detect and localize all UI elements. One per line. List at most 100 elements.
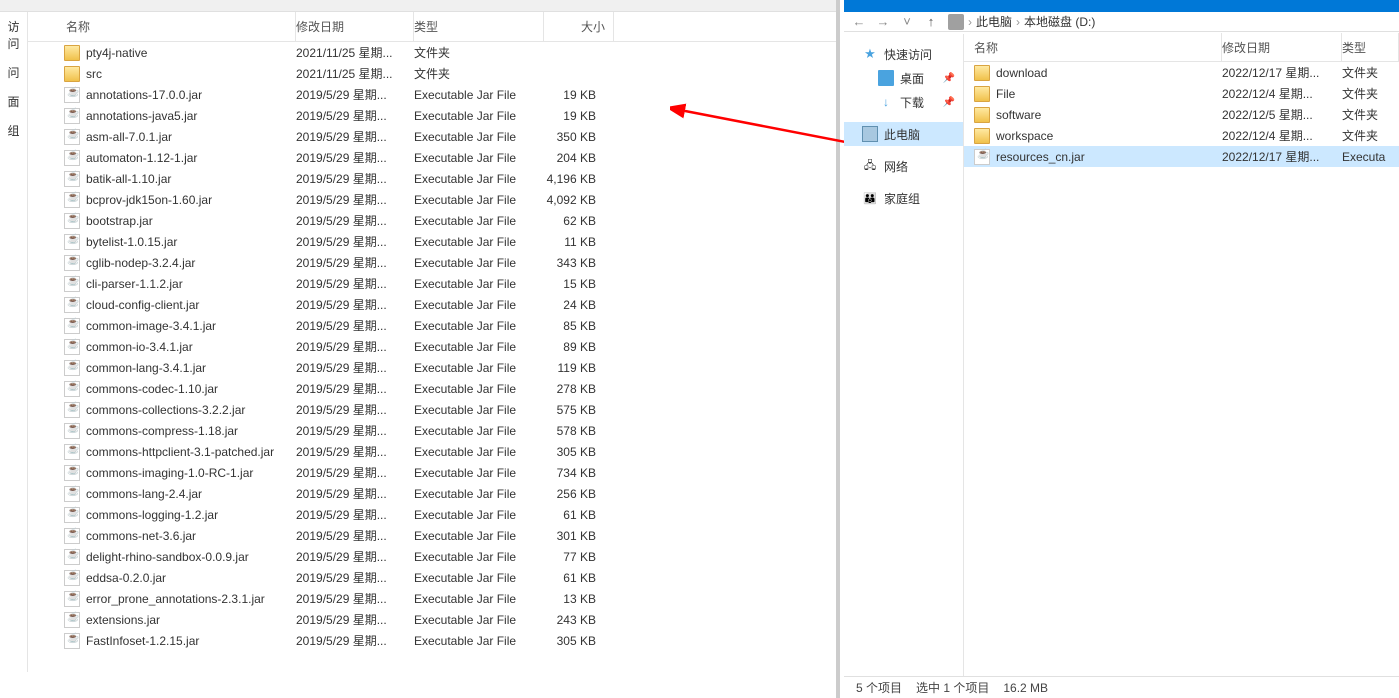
file-name: pty4j-native — [86, 46, 296, 60]
jar-icon — [64, 549, 80, 565]
bc-this-pc[interactable]: 此电脑 — [976, 13, 1012, 30]
jar-icon — [64, 486, 80, 502]
breadcrumb[interactable]: › 此电脑 › 本地磁盘 (D:) — [948, 13, 1095, 30]
col-date[interactable]: 修改日期 — [1222, 33, 1342, 62]
file-type: Executable Jar File — [414, 382, 544, 396]
jar-icon — [64, 633, 80, 649]
table-row[interactable]: automaton-1.12-1.jar2019/5/29 星期...Execu… — [28, 147, 836, 168]
table-row[interactable]: batik-all-1.10.jar2019/5/29 星期...Executa… — [28, 168, 836, 189]
back-icon[interactable]: ← — [852, 15, 866, 29]
table-row[interactable]: commons-net-3.6.jar2019/5/29 星期...Execut… — [28, 525, 836, 546]
nav-network[interactable]: 网络 — [844, 154, 963, 178]
nav-this-pc[interactable]: 此电脑 — [844, 122, 963, 146]
table-row[interactable]: annotations-17.0.0.jar2019/5/29 星期...Exe… — [28, 84, 836, 105]
nav-homegroup[interactable]: 家庭组 — [844, 186, 963, 210]
file-date: 2019/5/29 星期... — [296, 506, 414, 523]
left-nav-sidebar: 访问 问 面 组 — [0, 12, 28, 672]
pin-icon: 📌 — [943, 97, 955, 108]
file-name: commons-httpclient-3.1-patched.jar — [86, 445, 296, 459]
table-row[interactable]: cloud-config-client.jar2019/5/29 星期...Ex… — [28, 294, 836, 315]
forward-icon[interactable]: → — [876, 15, 890, 29]
table-row[interactable]: common-io-3.4.1.jar2019/5/29 星期...Execut… — [28, 336, 836, 357]
left-column-header[interactable]: 名称 修改日期 类型 大小 — [28, 12, 836, 42]
col-size[interactable]: 大小 — [544, 12, 614, 41]
table-row[interactable]: bytelist-1.0.15.jar2019/5/29 星期...Execut… — [28, 231, 836, 252]
left-file-list[interactable]: pty4j-native2021/11/25 星期...文件夹src2021/1… — [28, 42, 836, 672]
right-column-header[interactable]: 名称 修改日期 类型 — [964, 34, 1399, 62]
nav-downloads[interactable]: 下载📌 — [844, 90, 963, 114]
file-name: workspace — [996, 129, 1222, 143]
sidebar-frag[interactable]: 问 — [0, 58, 27, 87]
table-row[interactable]: pty4j-native2021/11/25 星期...文件夹 — [28, 42, 836, 63]
table-row[interactable]: workspace2022/12/4 星期...文件夹 — [964, 125, 1399, 146]
table-row[interactable]: error_prone_annotations-2.3.1.jar2019/5/… — [28, 588, 836, 609]
table-row[interactable]: common-image-3.4.1.jar2019/5/29 星期...Exe… — [28, 315, 836, 336]
table-row[interactable]: software2022/12/5 星期...文件夹 — [964, 104, 1399, 125]
col-type[interactable]: 类型 — [1342, 33, 1399, 62]
file-date: 2021/11/25 星期... — [296, 65, 414, 82]
table-row[interactable]: resources_cn.jar2022/12/17 星期...Executa — [964, 146, 1399, 167]
jar-icon — [64, 87, 80, 103]
file-size: 13 KB — [544, 592, 604, 606]
table-row[interactable]: commons-imaging-1.0-RC-1.jar2019/5/29 星期… — [28, 462, 836, 483]
left-explorer-window: 访问 问 面 组 名称 修改日期 类型 大小 pty4j-native2021/… — [0, 0, 840, 698]
table-row[interactable]: bootstrap.jar2019/5/29 星期...Executable J… — [28, 210, 836, 231]
file-type: Executable Jar File — [414, 424, 544, 438]
table-row[interactable]: common-lang-3.4.1.jar2019/5/29 星期...Exec… — [28, 357, 836, 378]
table-row[interactable]: commons-collections-3.2.2.jar2019/5/29 星… — [28, 399, 836, 420]
table-row[interactable]: delight-rhino-sandbox-0.0.9.jar2019/5/29… — [28, 546, 836, 567]
up-icon[interactable]: ↑ — [924, 15, 938, 29]
table-row[interactable]: download2022/12/17 星期...文件夹 — [964, 62, 1399, 83]
chevron-right-icon[interactable]: › — [968, 15, 972, 29]
file-type: Executable Jar File — [414, 634, 544, 648]
file-date: 2019/5/29 星期... — [296, 86, 414, 103]
file-size: 575 KB — [544, 403, 604, 417]
file-type: Executable Jar File — [414, 88, 544, 102]
file-name: annotations-java5.jar — [86, 109, 296, 123]
history-icon[interactable]: ˅ — [900, 15, 914, 29]
jar-icon — [64, 108, 80, 124]
table-row[interactable]: extensions.jar2019/5/29 星期...Executable … — [28, 609, 836, 630]
sidebar-frag[interactable]: 组 — [0, 116, 27, 145]
table-row[interactable]: eddsa-0.2.0.jar2019/5/29 星期...Executable… — [28, 567, 836, 588]
jar-icon — [64, 192, 80, 208]
table-row[interactable]: cglib-nodep-3.2.4.jar2019/5/29 星期...Exec… — [28, 252, 836, 273]
file-type: Executable Jar File — [414, 487, 544, 501]
file-name: error_prone_annotations-2.3.1.jar — [86, 592, 296, 606]
file-name: FastInfoset-1.2.15.jar — [86, 634, 296, 648]
table-row[interactable]: commons-lang-2.4.jar2019/5/29 星期...Execu… — [28, 483, 836, 504]
col-date[interactable]: 修改日期 — [296, 12, 414, 41]
table-row[interactable]: commons-compress-1.18.jar2019/5/29 星期...… — [28, 420, 836, 441]
table-row[interactable]: bcprov-jdk15on-1.60.jar2019/5/29 星期...Ex… — [28, 189, 836, 210]
bc-drive[interactable]: 本地磁盘 (D:) — [1024, 13, 1095, 30]
file-type: Executable Jar File — [414, 466, 544, 480]
table-row[interactable]: File2022/12/4 星期...文件夹 — [964, 83, 1399, 104]
table-row[interactable]: FastInfoset-1.2.15.jar2019/5/29 星期...Exe… — [28, 630, 836, 651]
table-row[interactable]: annotations-java5.jar2019/5/29 星期...Exec… — [28, 105, 836, 126]
file-size: 15 KB — [544, 277, 604, 291]
file-type: Executable Jar File — [414, 613, 544, 627]
sidebar-frag[interactable]: 访问 — [0, 12, 27, 58]
table-row[interactable]: src2021/11/25 星期...文件夹 — [28, 63, 836, 84]
table-row[interactable]: asm-all-7.0.1.jar2019/5/29 星期...Executab… — [28, 126, 836, 147]
chevron-right-icon[interactable]: › — [1016, 15, 1020, 29]
table-row[interactable]: commons-codec-1.10.jar2019/5/29 星期...Exe… — [28, 378, 836, 399]
jar-icon — [64, 129, 80, 145]
col-name[interactable]: 名称 — [28, 12, 296, 41]
nav-quick-access[interactable]: 快速访问 — [844, 42, 963, 66]
table-row[interactable]: cli-parser-1.1.2.jar2019/5/29 星期...Execu… — [28, 273, 836, 294]
file-date: 2019/5/29 星期... — [296, 170, 414, 187]
file-type: Executable Jar File — [414, 592, 544, 606]
file-name: commons-imaging-1.0-RC-1.jar — [86, 466, 296, 480]
file-size: 61 KB — [544, 571, 604, 585]
right-file-list[interactable]: download2022/12/17 星期...文件夹File2022/12/4… — [964, 62, 1399, 167]
table-row[interactable]: commons-httpclient-3.1-patched.jar2019/5… — [28, 441, 836, 462]
folder-icon — [974, 107, 990, 123]
col-name[interactable]: 名称 — [964, 33, 1222, 62]
file-type: Executable Jar File — [414, 508, 544, 522]
nav-desktop[interactable]: 桌面📌 — [844, 66, 963, 90]
table-row[interactable]: commons-logging-1.2.jar2019/5/29 星期...Ex… — [28, 504, 836, 525]
sidebar-frag[interactable]: 面 — [0, 87, 27, 116]
col-type[interactable]: 类型 — [414, 12, 544, 41]
right-nav-pane[interactable]: 快速访问 桌面📌 下载📌 此电脑 网络 家庭组 — [844, 34, 964, 676]
